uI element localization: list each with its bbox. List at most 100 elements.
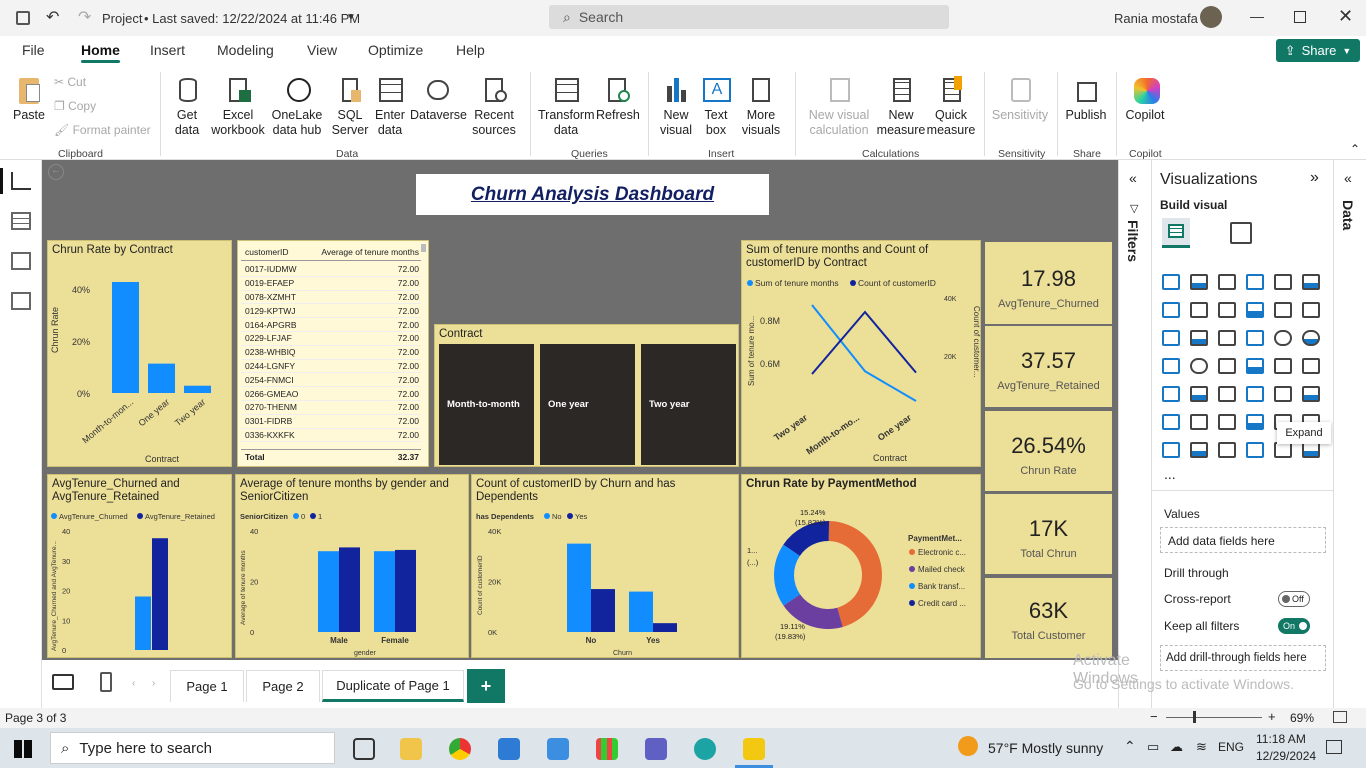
file-explorer-icon[interactable] bbox=[400, 738, 422, 760]
table-row[interactable]: 0078-XZMHT 72.00 bbox=[241, 291, 421, 305]
format-painter-button[interactable]: 🖌 Format painter bbox=[54, 123, 151, 137]
format-visual-icon[interactable] bbox=[1230, 222, 1252, 244]
notifications-icon[interactable] bbox=[1326, 740, 1342, 754]
more-visuals-ellipsis[interactable]: ... bbox=[1164, 466, 1176, 482]
churn-dependents-chart[interactable]: Count of customerID by Churn and has Dep… bbox=[471, 474, 739, 658]
line-clustered-icon[interactable] bbox=[1302, 302, 1320, 318]
last-saved[interactable]: • Last saved: 12/22/2024 at 11:46 PM bbox=[144, 11, 360, 26]
gauge-icon[interactable] bbox=[1274, 358, 1292, 374]
map-icon[interactable] bbox=[1190, 358, 1208, 374]
sql-server-button[interactable]: SQL Server bbox=[330, 76, 370, 138]
search-box[interactable]: ⌕ Search bbox=[549, 5, 949, 29]
avatar[interactable] bbox=[1200, 6, 1222, 28]
tab-help[interactable]: Help bbox=[456, 42, 485, 58]
table-row[interactable]: 0019-EFAEP 72.00 bbox=[241, 277, 421, 291]
vscode-icon[interactable] bbox=[547, 738, 569, 760]
taskbar-search[interactable]: ⌕ Type here to search bbox=[50, 732, 335, 764]
filters-pane[interactable]: « ▽ Filters bbox=[1118, 160, 1151, 708]
churn-by-contract-chart[interactable]: Chrun Rate by Contract Chrun Rate 40% 20… bbox=[47, 240, 232, 467]
meet-icon[interactable]: ▭ bbox=[1147, 739, 1159, 755]
table-row[interactable]: 0254-FNMCI 72.00 bbox=[241, 373, 421, 388]
table-row[interactable]: 0336-KXKFK 72.00 bbox=[241, 429, 421, 443]
line-icon[interactable] bbox=[1162, 302, 1180, 318]
table-row[interactable]: 0266-GMEAO 72.00 bbox=[241, 387, 421, 401]
table-row[interactable]: 0238-WHBIQ 72.00 bbox=[241, 346, 421, 360]
maximize-icon[interactable] bbox=[1294, 11, 1306, 23]
dataverse-button[interactable]: Dataverse bbox=[410, 76, 467, 123]
sensitivity-button[interactable]: Sensitivity bbox=[990, 76, 1050, 123]
zoom-level[interactable]: 69% bbox=[1290, 711, 1314, 725]
table-view-icon[interactable] bbox=[11, 212, 31, 230]
tab-view[interactable]: View bbox=[307, 42, 337, 58]
table-row[interactable]: 0164-APGRB 72.00 bbox=[241, 318, 421, 332]
teams-icon[interactable] bbox=[645, 738, 667, 760]
table-row[interactable]: 0270-THENM 72.00 bbox=[241, 401, 421, 415]
tab-modeling[interactable]: Modeling bbox=[217, 42, 274, 58]
table-icon[interactable] bbox=[1246, 386, 1264, 402]
keep-filters-toggle[interactable]: On bbox=[1278, 618, 1310, 634]
copy-button[interactable]: ❐ Copy bbox=[54, 99, 96, 113]
tab-optimize[interactable]: Optimize bbox=[368, 42, 423, 58]
expand-icon[interactable]: » bbox=[1310, 169, 1319, 187]
wifi-icon[interactable]: ≋ bbox=[1196, 739, 1207, 755]
chevron-up-icon[interactable]: ⌃ bbox=[1124, 738, 1136, 755]
kpi-icon[interactable] bbox=[1190, 386, 1208, 402]
card-avgtenure-retained[interactable]: 37.57 AvgTenure_Retained bbox=[985, 326, 1112, 407]
gender-senior-chart[interactable]: Average of tenure months by gender and S… bbox=[235, 474, 469, 658]
funnel-icon[interactable] bbox=[1218, 330, 1236, 346]
100-column-icon[interactable] bbox=[1302, 274, 1320, 290]
stacked-bar-icon[interactable] bbox=[1162, 274, 1180, 290]
treemap-icon[interactable] bbox=[1162, 358, 1180, 374]
card-new-icon[interactable] bbox=[1190, 442, 1208, 458]
more-visuals-button[interactable]: More visuals bbox=[736, 76, 786, 138]
paginated-icon[interactable] bbox=[1162, 442, 1180, 458]
azure-map-icon[interactable] bbox=[1246, 358, 1264, 374]
slicer-option-two-year[interactable]: Two year bbox=[641, 344, 736, 465]
transform-data-button[interactable]: Transform data bbox=[538, 76, 595, 138]
key-influencers-icon[interactable] bbox=[1190, 414, 1208, 430]
collapse-icon[interactable]: « bbox=[1344, 170, 1352, 186]
card-total-customer[interactable]: 63K Total Customer bbox=[985, 578, 1112, 658]
power-automate-icon[interactable] bbox=[1302, 442, 1320, 458]
tab-home[interactable]: Home bbox=[81, 42, 120, 63]
cloud-icon[interactable]: ☁ bbox=[1170, 739, 1183, 755]
refresh-button[interactable]: Refresh bbox=[596, 76, 640, 123]
page-tab-2[interactable]: Page 2 bbox=[246, 670, 320, 702]
slicer-option-month-to-month[interactable]: Month-to-month bbox=[439, 344, 534, 465]
minimize-icon[interactable]: — bbox=[1250, 8, 1264, 24]
scatter-icon[interactable] bbox=[1246, 330, 1264, 346]
excel-button[interactable]: Excel workbook bbox=[210, 76, 266, 138]
add-page-button[interactable]: + bbox=[467, 669, 505, 703]
model-view-icon[interactable] bbox=[11, 252, 31, 270]
donut-icon[interactable] bbox=[1302, 330, 1320, 346]
add-drill-through-well[interactable]: Add drill-through fields here bbox=[1160, 645, 1326, 671]
dax-query-icon[interactable] bbox=[11, 292, 31, 310]
chevron-down-icon[interactable]: ▼ bbox=[346, 12, 356, 23]
stacked-column-icon[interactable] bbox=[1190, 274, 1208, 290]
enter-data-button[interactable]: Enter data bbox=[372, 76, 408, 138]
zoom-thumb[interactable] bbox=[1193, 711, 1196, 723]
new-visual-calculation-button[interactable]: New visual calculation bbox=[804, 76, 874, 138]
ribbon-icon[interactable] bbox=[1162, 330, 1180, 346]
windows-start-icon[interactable] bbox=[14, 740, 32, 758]
python-visual-icon[interactable] bbox=[1162, 414, 1180, 430]
tab-insert[interactable]: Insert bbox=[150, 42, 185, 58]
slicer-icon[interactable] bbox=[1218, 386, 1236, 402]
save-icon[interactable] bbox=[16, 11, 30, 25]
col-avg-tenure[interactable]: Average of tenure months bbox=[301, 247, 421, 257]
clock-date[interactable]: 12/29/2024 bbox=[1256, 749, 1316, 763]
build-visual-tab[interactable] bbox=[1162, 218, 1190, 248]
next-page-icon[interactable]: › bbox=[152, 678, 155, 689]
publish-button[interactable]: Publish bbox=[1064, 76, 1108, 123]
card-icon[interactable] bbox=[1302, 358, 1320, 374]
tenure-table[interactable]: customerID Average of tenure months 0017… bbox=[237, 240, 429, 467]
table-row[interactable]: 0229-LFJAF 72.00 bbox=[241, 332, 421, 346]
stacked-area-icon[interactable] bbox=[1218, 302, 1236, 318]
report-view-icon[interactable] bbox=[11, 172, 31, 190]
card-total-churn[interactable]: 17K Total Chrun bbox=[985, 494, 1112, 574]
prev-page-icon[interactable]: ‹ bbox=[132, 678, 135, 689]
desktop-layout-icon[interactable] bbox=[52, 674, 74, 690]
table-row[interactable]: 0301-FIDRB 72.00 bbox=[241, 415, 421, 429]
cut-button[interactable]: ✂ Cut bbox=[54, 75, 86, 89]
page-tab-3[interactable]: Duplicate of Page 1 bbox=[322, 670, 464, 702]
